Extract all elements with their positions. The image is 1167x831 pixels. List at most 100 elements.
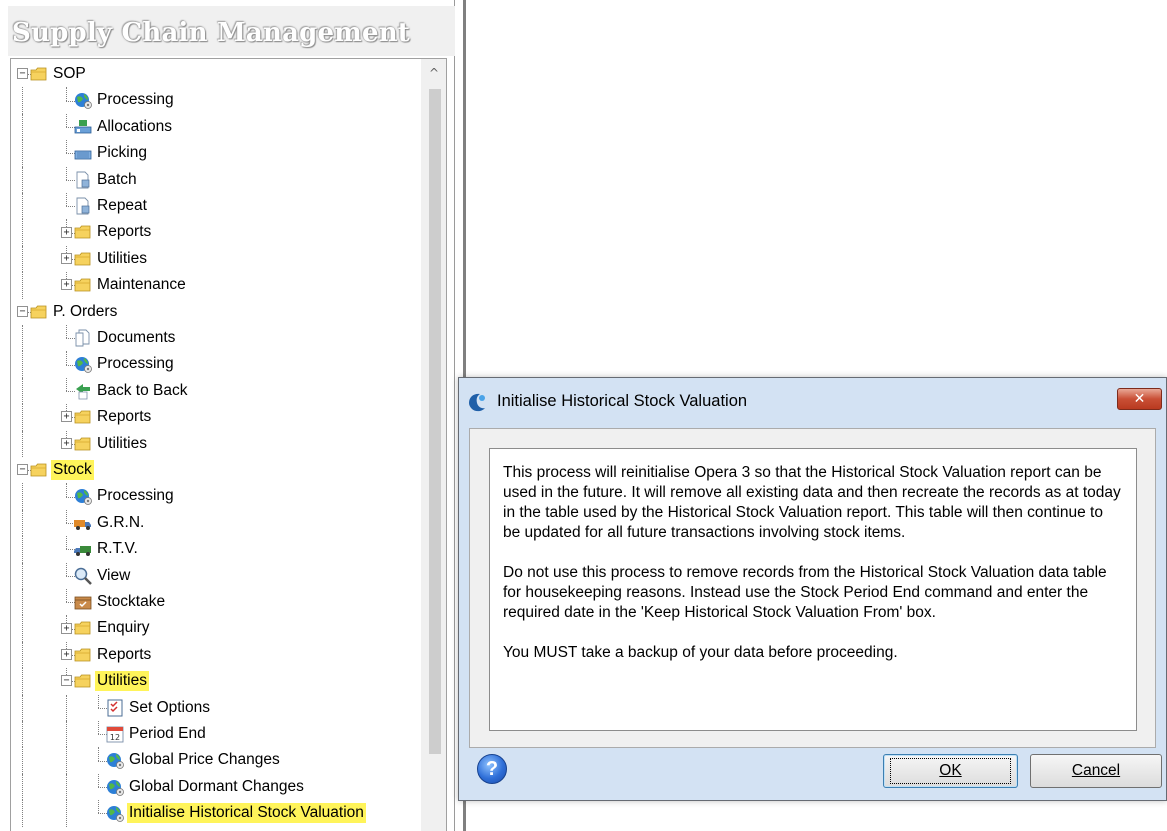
tree-item-label: Utilities [97, 249, 147, 267]
folder-icon [30, 67, 47, 81]
message-box: This process will reinitialise Opera 3 s… [489, 448, 1137, 731]
dialog-body: This process will reinitialise Opera 3 s… [469, 428, 1156, 748]
tree-item[interactable]: + Enquiry [11, 615, 421, 642]
folder-icon [30, 305, 47, 318]
tree-item-label: Period End [129, 725, 206, 742]
document-icon [76, 197, 90, 215]
processing-globe-icon [75, 357, 92, 374]
tree-item-label: Initialise Historical Stock Valuation [127, 803, 366, 824]
documents-icon [75, 329, 90, 347]
tree-item[interactable]: Allocations [11, 113, 421, 141]
tree-item[interactable]: + Reports [11, 219, 421, 246]
tree-item[interactable]: Processing [11, 87, 421, 114]
svg-text:12: 12 [110, 733, 120, 742]
tree-item-label: Enquiry [97, 619, 150, 637]
tree-item[interactable]: Initialise Historical Stock Valuation [11, 800, 421, 827]
navigation-tree-frame: − SOP Processing Allocations Picking Batch Rep… [10, 58, 447, 831]
ok-button[interactable]: OK [883, 754, 1018, 788]
expand-icon[interactable]: + [61, 648, 72, 660]
help-icon[interactable]: ? [477, 754, 507, 784]
folder-icon [30, 463, 47, 477]
tree-item[interactable]: Picking [11, 140, 421, 167]
tree-item[interactable]: + Reports [11, 404, 421, 431]
truck-icon [74, 519, 91, 530]
folder-icon [74, 278, 91, 292]
back-to-back-icon [76, 383, 90, 400]
tree-item[interactable]: Set Options [11, 694, 421, 721]
tree-item-label: G.R.N. [97, 513, 145, 531]
picking-icon [74, 150, 92, 160]
tree-item[interactable]: Repeat [11, 193, 421, 220]
scroll-up-button[interactable]: ^ [421, 59, 446, 85]
tree-item-label: Set Options [129, 698, 210, 716]
expand-icon[interactable]: + [61, 411, 72, 423]
collapse-icon[interactable]: − [17, 68, 28, 80]
tree-item[interactable]: Global Price Changes [11, 747, 421, 774]
processing-globe-icon [75, 489, 92, 506]
tree-item[interactable]: Documents [11, 325, 421, 352]
collapse-icon[interactable]: − [17, 464, 28, 476]
tree-item[interactable]: Stocktake [11, 589, 421, 616]
expand-icon[interactable]: + [61, 622, 72, 634]
tree-item-label: R.T.V. [97, 540, 138, 558]
dialog-titlebar[interactable]: Initialise Historical Stock Valuation ✕ [459, 378, 1166, 426]
tree-item-label: Repeat [97, 197, 147, 214]
scroll-thumb[interactable] [429, 89, 441, 754]
expand-icon[interactable]: + [61, 226, 72, 238]
expand-icon[interactable]: + [61, 252, 72, 264]
tree-item-label: Processing [97, 91, 174, 109]
tree-item[interactable]: Processing [11, 351, 421, 378]
folder-icon [74, 674, 91, 688]
tree-item-label: Reports [97, 645, 152, 663]
dialog-footer: ? OK Cancel [459, 748, 1166, 800]
navigation-tree: − SOP Processing Allocations Picking Batch Rep… [11, 59, 421, 831]
tree-item[interactable]: View [11, 562, 421, 589]
expand-icon[interactable]: + [61, 437, 72, 449]
tree-item-label: Documents [97, 329, 176, 346]
stocktake-box-icon [74, 596, 92, 610]
expand-icon[interactable]: + [61, 279, 72, 291]
processing-globe-icon [107, 753, 124, 770]
tree-item[interactable]: + Utilities [11, 430, 421, 457]
tree-item[interactable]: 12 Period End [11, 721, 421, 748]
tree-item[interactable]: + Reports [11, 641, 421, 669]
cancel-button-label: Cancel [1071, 762, 1121, 779]
tree-item[interactable]: Back to Back [11, 377, 421, 405]
tree-item[interactable]: Batch [11, 166, 421, 193]
tree-item-label: Batch [97, 170, 137, 188]
tree-item-label: Picking [97, 144, 147, 162]
tree-item[interactable]: + Utilities [11, 245, 421, 273]
tree-item-label: Stocktake [97, 593, 166, 610]
initialise-stock-valuation-dialog: Initialise Historical Stock Valuation ✕ … [458, 377, 1167, 801]
return-truck-icon [74, 546, 91, 557]
tree-item[interactable]: + Maintenance [11, 272, 421, 299]
tree-item-label: Utilities [95, 671, 149, 692]
collapse-icon[interactable]: − [17, 305, 28, 317]
tree-item[interactable]: − Stock [11, 457, 421, 483]
tree-item[interactable]: − SOP [11, 61, 421, 87]
tree-item[interactable]: R.T.V. [11, 536, 421, 563]
app-logo-icon [469, 393, 485, 412]
tree-item-label: Processing [97, 487, 174, 505]
collapse-icon[interactable]: − [61, 675, 72, 687]
tree-item[interactable]: Processing [11, 483, 421, 510]
tree-item[interactable]: − Utilities [11, 668, 421, 695]
message-paragraph-1: This process will reinitialise Opera 3 s… [503, 464, 1121, 541]
document-icon [76, 171, 90, 189]
tree-item-label: Global Price Changes [129, 751, 280, 769]
tree-item[interactable]: G.R.N. [11, 509, 421, 537]
cancel-button[interactable]: Cancel [1030, 754, 1162, 788]
panel-header: Supply Chain Management [8, 6, 455, 56]
tree-item-label: P. Orders [53, 302, 118, 320]
tree-item-label: Stock [51, 460, 94, 480]
tree-item[interactable]: − P. Orders [11, 299, 421, 325]
close-button[interactable]: ✕ [1117, 388, 1162, 410]
tree-item-label: SOP [53, 65, 86, 82]
tree-item-label: View [97, 566, 131, 584]
tree-item[interactable]: Global Dormant Changes [11, 773, 421, 801]
ok-button-label: OK [890, 758, 1011, 784]
tree-item-label: Allocations [97, 117, 172, 135]
vertical-scrollbar[interactable]: ^ [421, 59, 446, 831]
tree-item-label: Utilities [97, 434, 147, 452]
magnifier-icon [74, 567, 92, 585]
